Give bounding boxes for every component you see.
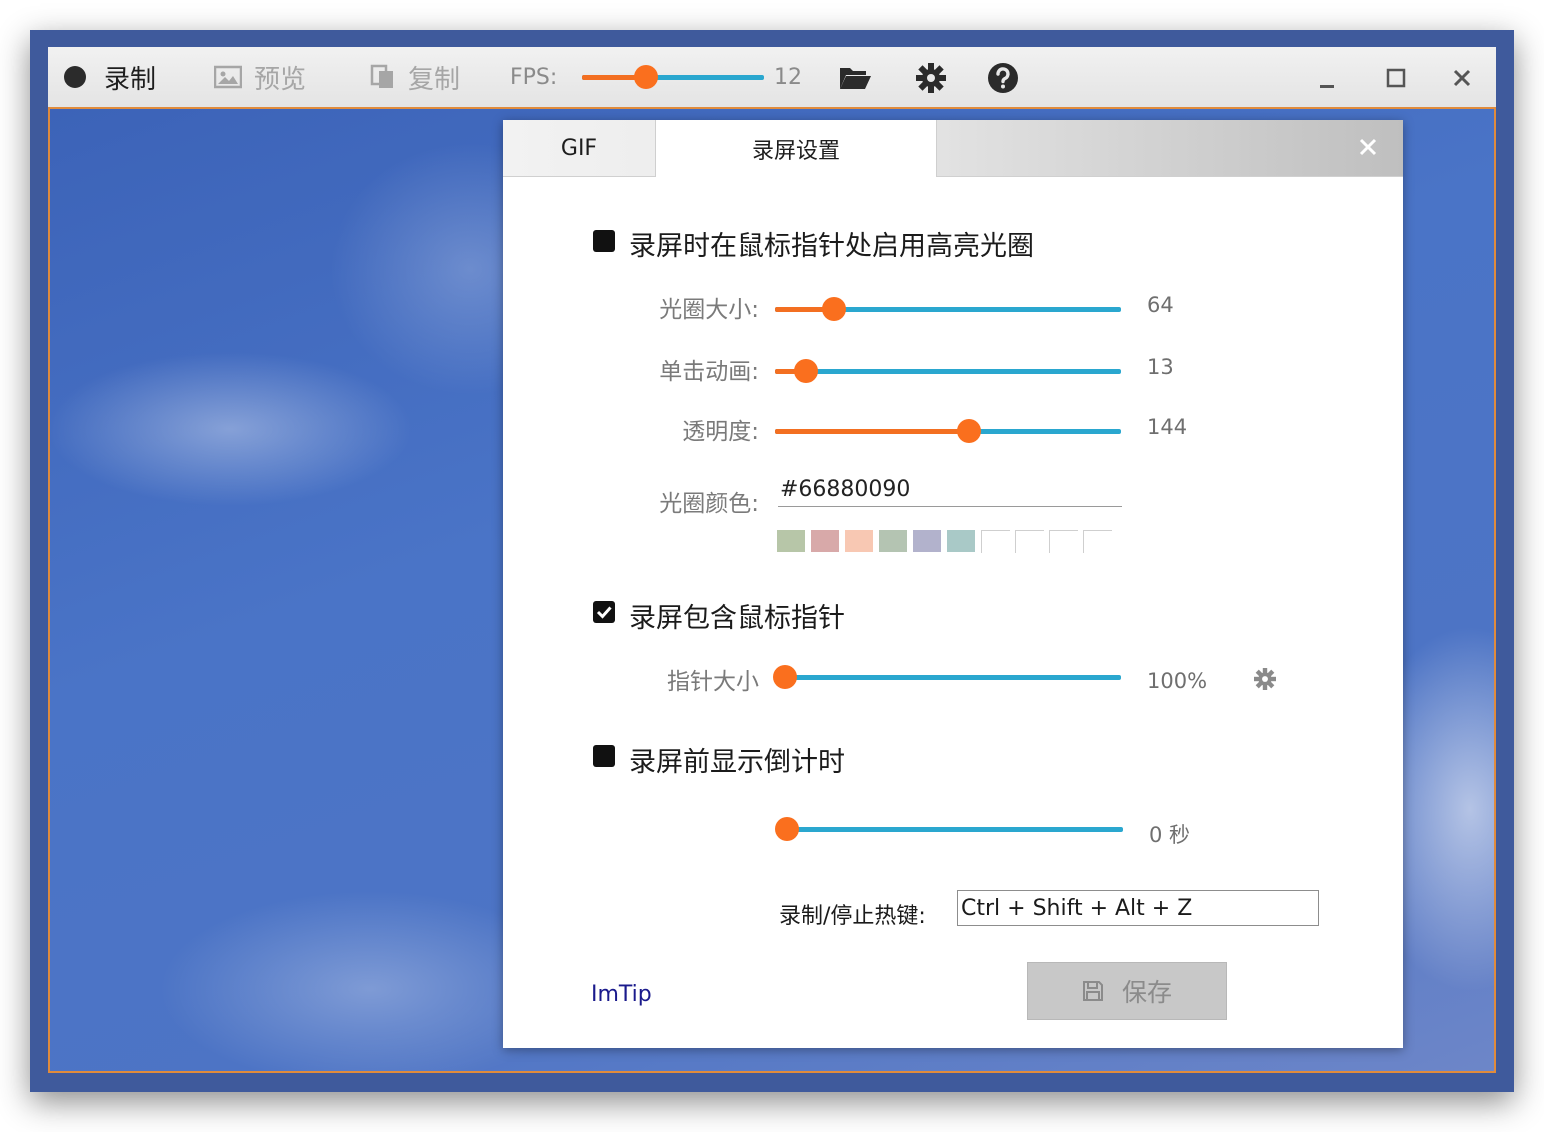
settings-button[interactable]: [914, 61, 948, 95]
click-animation-label: 单击动画:: [659, 359, 759, 385]
hotkey-label: 录制/停止热键:: [779, 904, 926, 929]
opacity-slider[interactable]: [775, 419, 1121, 443]
gear-icon: [916, 63, 946, 93]
preview-button[interactable]: 预览: [214, 47, 306, 107]
imtip-link[interactable]: ImTip: [591, 982, 652, 1007]
cursor-size-slider[interactable]: [773, 665, 1121, 689]
color-swatch[interactable]: [879, 530, 907, 552]
click-animation-value: 13: [1147, 355, 1174, 379]
halo-size-slider[interactable]: [775, 297, 1121, 321]
fps-value: 12: [774, 64, 802, 90]
halo-size-slider-thumb[interactable]: [822, 297, 846, 321]
settings-dialog: GIF 录屏设置 录屏时在鼠标指针处启用高亮光圈 光圈大小: 64 单击动画: …: [503, 120, 1403, 1048]
folder-open-icon: [840, 68, 871, 89]
gear-icon: [1254, 668, 1276, 690]
color-swatch[interactable]: [1015, 530, 1044, 553]
cursor-size-label: 指针大小: [667, 669, 759, 695]
color-swatch[interactable]: [777, 530, 805, 552]
help-icon: [988, 63, 1018, 93]
save-icon: [1082, 981, 1103, 1001]
color-swatch[interactable]: [845, 530, 873, 552]
color-swatch[interactable]: [947, 530, 975, 552]
opacity-value: 144: [1147, 415, 1188, 439]
halo-color-input[interactable]: [778, 472, 1122, 507]
click-animation-slider-thumb[interactable]: [794, 359, 818, 383]
halo-size-label: 光圈大小:: [659, 297, 759, 323]
color-swatch[interactable]: [913, 530, 941, 552]
save-button[interactable]: 保存: [1027, 962, 1227, 1020]
opacity-slider-fill: [775, 429, 969, 434]
tab-record-settings[interactable]: 录屏设置: [655, 120, 937, 177]
cursor-size-value: 100%: [1147, 669, 1208, 693]
cursor-size-slider-thumb[interactable]: [773, 665, 797, 689]
countdown-slider-thumb[interactable]: [775, 817, 799, 841]
title-bar: 录制 预览 复制 FPS: 12: [48, 47, 1496, 107]
image-icon: [214, 65, 242, 89]
preview-label: 预览: [254, 64, 307, 95]
opacity-label: 透明度:: [682, 419, 759, 445]
halo-size-value: 64: [1147, 293, 1174, 317]
fps-label: FPS:: [510, 64, 558, 90]
tab-gif[interactable]: GIF: [503, 120, 655, 176]
close-icon: [1359, 138, 1377, 156]
dialog-tab-bar: GIF 录屏设置: [503, 120, 1403, 177]
color-swatch[interactable]: [1049, 530, 1078, 553]
maximize-icon: [1386, 68, 1406, 88]
minimize-icon: [1320, 85, 1334, 88]
help-button[interactable]: [986, 61, 1020, 95]
copy-button[interactable]: 复制: [370, 47, 460, 107]
countdown-value: 0 秒: [1149, 823, 1191, 847]
cursor-settings-button[interactable]: [1253, 667, 1277, 691]
hotkey-input[interactable]: [957, 890, 1319, 926]
click-animation-slider[interactable]: [775, 359, 1121, 383]
record-dot-icon: [64, 66, 86, 88]
color-swatch[interactable]: [1083, 530, 1112, 553]
checkmark-icon: [596, 606, 612, 619]
countdown-label: 录屏前显示倒计时: [629, 747, 845, 778]
copy-label: 复制: [408, 64, 461, 95]
countdown-slider[interactable]: [775, 817, 1123, 841]
copy-icon: [370, 64, 396, 90]
minimize-button[interactable]: [1310, 61, 1344, 95]
highlight-checkbox-label: 录屏时在鼠标指针处启用高亮光圈: [629, 231, 1034, 262]
countdown-checkbox[interactable]: [593, 745, 615, 767]
folder-button[interactable]: [838, 61, 872, 95]
opacity-slider-thumb[interactable]: [957, 419, 981, 443]
fps-slider-thumb[interactable]: [634, 65, 658, 89]
maximize-button[interactable]: [1379, 61, 1413, 95]
dialog-close-button[interactable]: [1353, 132, 1383, 162]
halo-color-label: 光圈颜色:: [659, 491, 759, 517]
close-button[interactable]: [1445, 61, 1479, 95]
color-swatch[interactable]: [811, 530, 839, 552]
color-swatch[interactable]: [981, 530, 1010, 553]
include-cursor-label: 录屏包含鼠标指针: [629, 603, 845, 634]
save-label: 保存: [1121, 978, 1172, 1007]
fps-slider[interactable]: [582, 65, 764, 89]
highlight-checkbox[interactable]: [593, 230, 615, 252]
record-button[interactable]: 录制: [64, 47, 156, 107]
include-cursor-checkbox[interactable]: [593, 601, 615, 623]
close-icon: [1453, 69, 1471, 87]
record-label: 录制: [104, 64, 157, 95]
